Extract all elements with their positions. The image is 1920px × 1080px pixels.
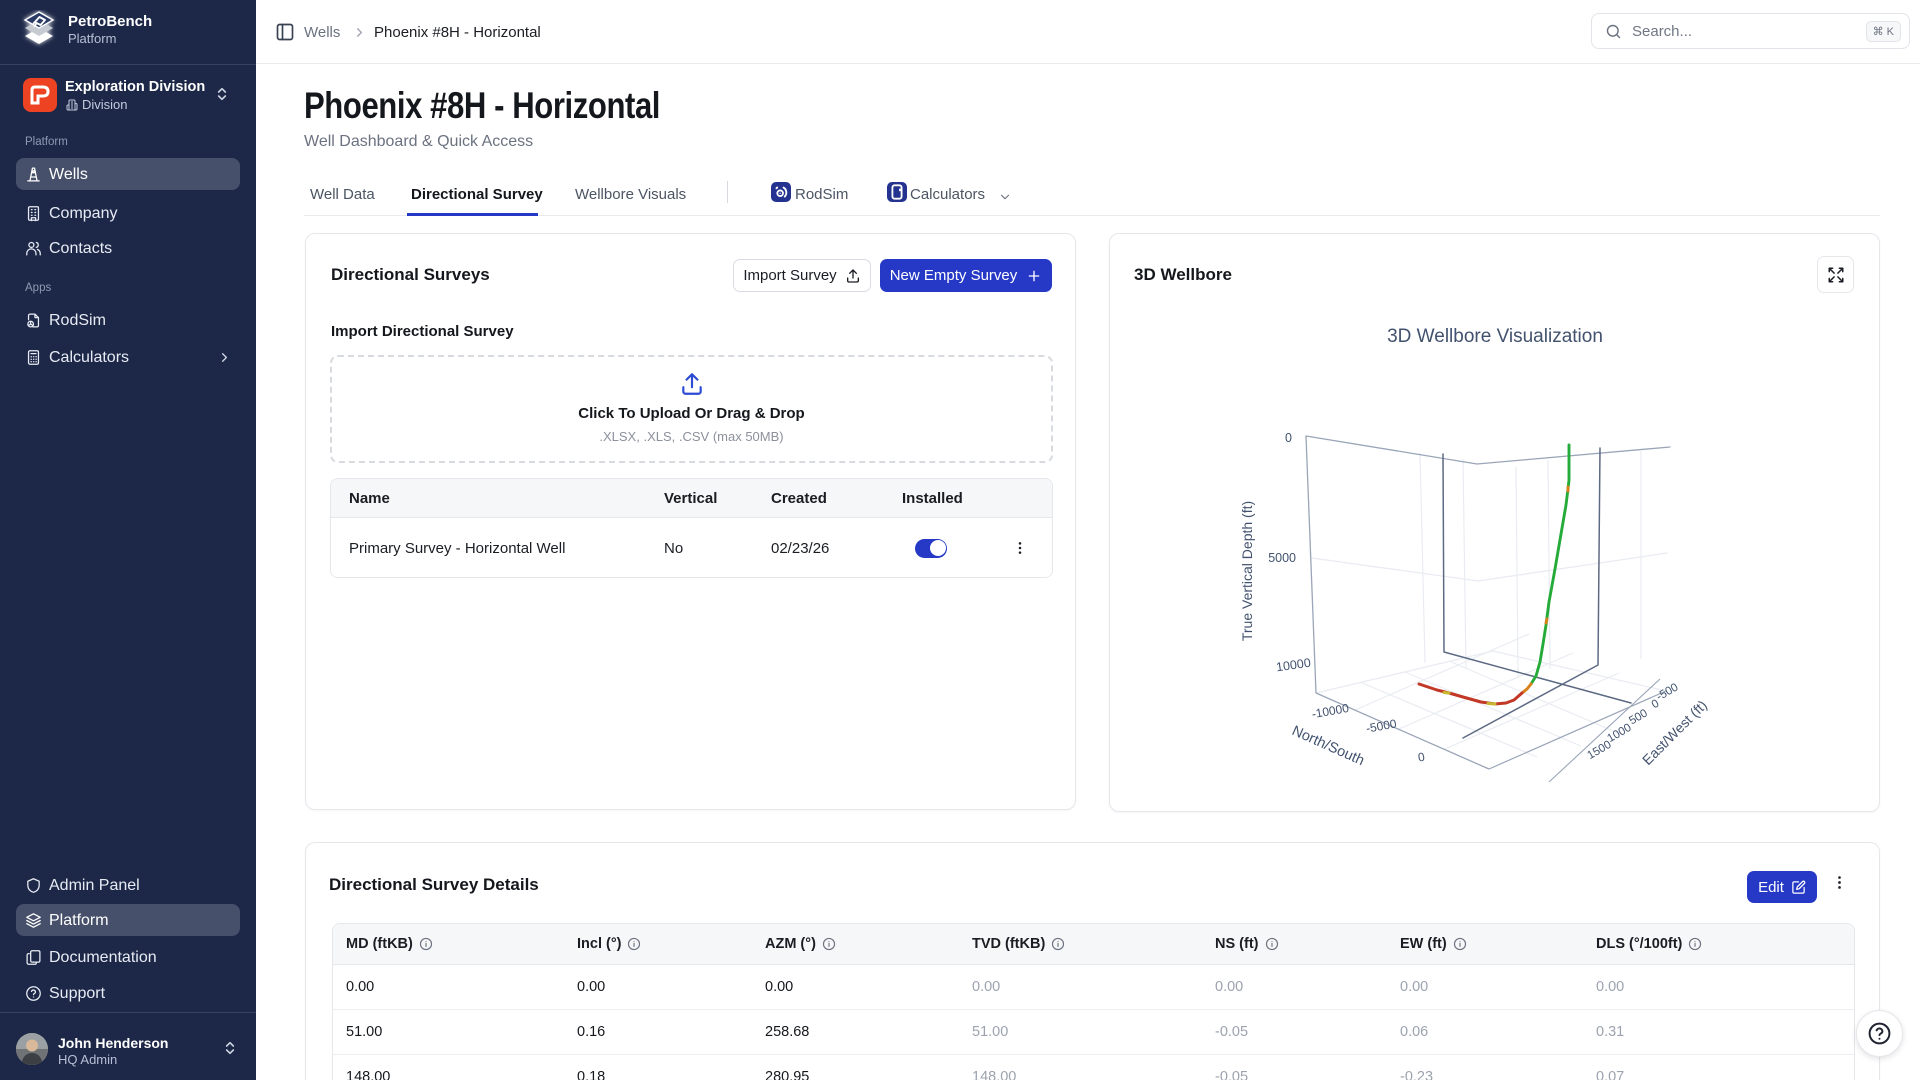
svg-text:500: 500 <box>1627 707 1650 727</box>
svg-text:3D Wellbore Visualization: 3D Wellbore Visualization <box>1387 326 1603 347</box>
svg-text:True Vertical Depth (ft): True Vertical Depth (ft) <box>1239 501 1255 641</box>
svg-text:North/South: North/South <box>1289 723 1366 769</box>
svg-text:-5000: -5000 <box>1365 716 1398 735</box>
svg-text:-10000: -10000 <box>1311 701 1351 721</box>
svg-text:-500: -500 <box>1655 681 1681 703</box>
svg-text:1500: 1500 <box>1585 739 1613 762</box>
svg-text:5000: 5000 <box>1268 551 1296 565</box>
svg-text:0: 0 <box>1417 750 1426 765</box>
svg-text:10000: 10000 <box>1275 656 1311 675</box>
svg-text:0: 0 <box>1285 431 1292 445</box>
svg-text:East/West (ft): East/West (ft) <box>1639 697 1710 768</box>
